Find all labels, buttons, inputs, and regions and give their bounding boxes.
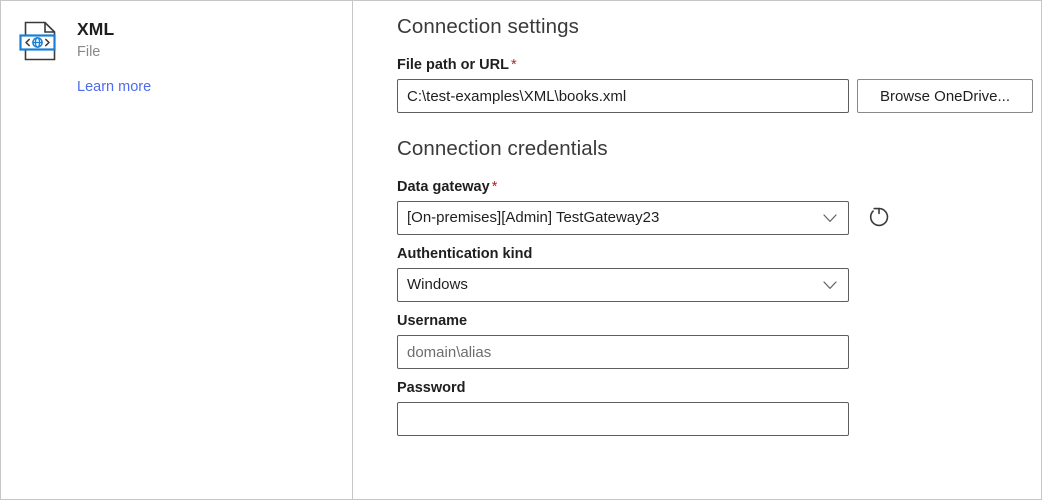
xml-file-icon (17, 18, 63, 64)
data-gateway-selected-value: [On-premises][Admin] TestGateway23 (407, 209, 660, 226)
learn-more-link[interactable]: Learn more (77, 78, 151, 96)
file-path-row: Browse OneDrive... (397, 79, 1041, 113)
field-password: Password (397, 378, 1041, 436)
connection-form-panel: Connection settings File path or URL* Br… (353, 1, 1041, 499)
data-gateway-dropdown[interactable]: [On-premises][Admin] TestGateway23 (397, 201, 849, 235)
file-path-label-text: File path or URL (397, 57, 509, 73)
refresh-icon (866, 204, 892, 233)
connector-title: XML (77, 19, 115, 39)
connector-info-panel: XML File Learn more (1, 1, 353, 499)
refresh-gateways-button[interactable]: Refresh (863, 202, 895, 234)
authentication-kind-label: Authentication kind (397, 246, 533, 262)
password-label: Password (397, 380, 466, 396)
authentication-kind-dropdown[interactable]: Windows (397, 268, 849, 302)
connection-settings-dialog: XML File Learn more Connection settings … (0, 0, 1042, 500)
file-path-input[interactable] (397, 79, 849, 113)
password-input[interactable] (397, 402, 849, 436)
username-input[interactable] (397, 335, 849, 369)
connection-settings-heading: Connection settings (397, 15, 579, 38)
browse-onedrive-button[interactable]: Browse OneDrive... (857, 79, 1033, 113)
username-label: Username (397, 313, 468, 329)
connector-subtitle: File (77, 44, 101, 60)
field-data-gateway: Data gateway * [On-premises][Admin] TestG… (397, 177, 1041, 235)
field-authentication-kind: Authentication kind Windows (397, 244, 1041, 302)
field-file-path: File path or URL* Browse OneDrive... (397, 55, 1041, 113)
file-path-label: File path or URL * (397, 55, 1041, 75)
required-asterisk: * (510, 57, 517, 73)
connector-meta: XML File Learn more (77, 17, 151, 96)
required-asterisk: * (491, 179, 498, 195)
connection-credentials-heading: Connection credentials (397, 137, 608, 160)
data-gateway-label-text: Data gateway (397, 179, 490, 195)
authentication-kind-row: Windows (397, 268, 1041, 302)
field-username: Username (397, 311, 1041, 369)
data-gateway-row: [On-premises][Admin] TestGateway23 Refre… (397, 201, 1041, 235)
data-gateway-label: Data gateway * (397, 177, 1041, 197)
authentication-kind-selected-value: Windows (407, 276, 468, 293)
connector-header: XML File Learn more (1, 17, 352, 96)
